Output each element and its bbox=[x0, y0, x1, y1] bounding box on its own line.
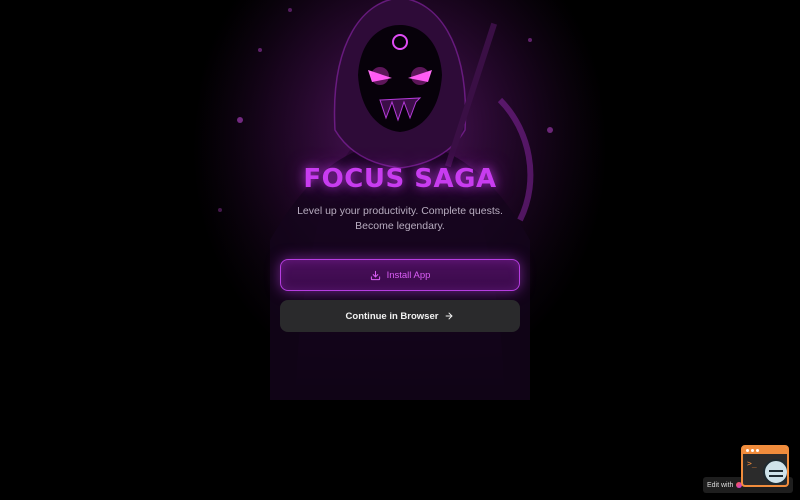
badge-prefix: Edit with bbox=[707, 481, 734, 489]
arrow-right-icon bbox=[446, 312, 453, 320]
app-title: FOCUS SAGA bbox=[303, 164, 497, 194]
install-app-label: Install App bbox=[386, 269, 431, 281]
hooded-warrior-illustration bbox=[200, 0, 600, 400]
install-app-button[interactable]: Install App bbox=[280, 259, 520, 291]
continue-in-browser-button[interactable]: Continue in Browser bbox=[280, 300, 520, 332]
continue-in-browser-label: Continue in Browser bbox=[345, 310, 439, 322]
app-tagline: Level up your productivity. Complete que… bbox=[297, 205, 503, 232]
terminal-prompt-icon: >_ bbox=[747, 459, 757, 468]
chat-widget-button[interactable]: >_ bbox=[741, 445, 789, 487]
splash-screen: FOCUS SAGA Level up your productivity. C… bbox=[0, 0, 800, 500]
download-icon bbox=[370, 270, 380, 280]
assistant-avatar-icon bbox=[763, 459, 787, 485]
widget-titlebar bbox=[743, 447, 787, 454]
